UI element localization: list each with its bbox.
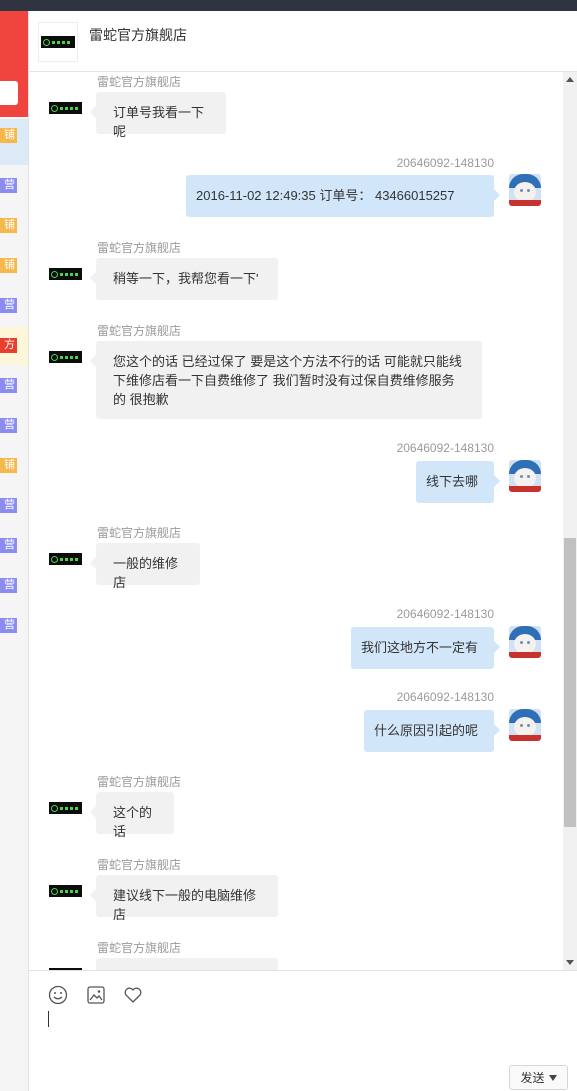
- sender-name: 雷蛇官方旗舰店: [97, 324, 182, 338]
- user-avatar-icon: [509, 174, 541, 206]
- conversation-tag[interactable]: 营: [0, 618, 17, 633]
- message-bubble: [96, 958, 278, 970]
- shop-avatar-icon: [49, 802, 82, 814]
- message-bubble: 您这个的话 已经过保了 要是这个方法不行的话 可能就只能线下维修店看一下自费维修…: [90, 341, 482, 419]
- sender-name: 20646092-148130: [396, 156, 494, 170]
- message-composer[interactable]: 发送: [29, 970, 577, 1091]
- send-button[interactable]: 发送: [509, 1065, 568, 1090]
- conversation-tag[interactable]: 铺: [0, 258, 17, 273]
- shop-avatar-icon: [49, 268, 82, 280]
- sender-name: 20646092-148130: [396, 441, 494, 455]
- shop-title: 雷蛇官方旗舰店: [89, 27, 187, 43]
- message-bubble: 这个的话: [90, 792, 174, 839]
- window-top-bar: [0, 0, 577, 11]
- message-bubble: 订单号我看一下呢: [90, 92, 226, 139]
- message-bubble: 线下去哪: [416, 461, 500, 503]
- message-bubble: 2016-11-02 12:49:35 订单号： 43466015257: [186, 175, 500, 217]
- conversation-tag[interactable]: 铺: [0, 128, 17, 143]
- user-avatar-icon: [509, 709, 541, 741]
- scroll-up-icon[interactable]: [566, 77, 574, 82]
- user-avatar-icon: [509, 626, 541, 658]
- conversation-tag[interactable]: 营: [0, 298, 17, 313]
- shop-avatar-icon: [49, 885, 82, 897]
- message-bubble: 稍等一下，我帮您看一下': [90, 258, 278, 300]
- message-bubble: 建议线下一般的电脑维修店: [90, 875, 278, 922]
- chat-header: 雷蛇官方旗舰店: [29, 11, 577, 72]
- sender-name: 雷蛇官方旗舰店: [97, 241, 182, 255]
- message-bubble: 我们这地方不一定有: [351, 627, 500, 669]
- send-button-label: 发送: [520, 1071, 545, 1085]
- conversation-tag[interactable]: 方: [0, 338, 17, 353]
- heart-icon[interactable]: [123, 985, 143, 1005]
- conversation-tag[interactable]: 铺: [0, 458, 17, 473]
- sender-name: 雷蛇官方旗舰店: [97, 75, 182, 89]
- message-list: 雷蛇官方旗舰店 订单号我看一下呢 20646092-148130 2016-11…: [29, 72, 577, 970]
- conversation-tag[interactable]: 营: [0, 538, 17, 553]
- sender-name: 雷蛇官方旗舰店: [97, 941, 182, 955]
- sender-name: 20646092-148130: [396, 607, 494, 621]
- scroll-down-icon[interactable]: [566, 960, 574, 965]
- conversation-tag[interactable]: 营: [0, 178, 17, 193]
- scrollbar-thumb[interactable]: [564, 538, 576, 827]
- sender-name: 雷蛇官方旗舰店: [97, 526, 182, 540]
- sender-name: 雷蛇官方旗舰店: [97, 858, 182, 872]
- conversation-tag[interactable]: 铺: [0, 218, 17, 233]
- message-bubble: 一般的维修店: [90, 543, 200, 590]
- image-icon[interactable]: [86, 985, 106, 1005]
- chevron-down-icon[interactable]: [548, 1074, 557, 1081]
- sender-name: 20646092-148130: [396, 690, 494, 704]
- message-scrollbar[interactable]: [563, 72, 577, 970]
- conversation-tag[interactable]: 营: [0, 498, 17, 513]
- conversation-tag[interactable]: 营: [0, 378, 17, 393]
- shop-logo[interactable]: [38, 22, 78, 62]
- message-bubble: 什么原因引起的呢: [364, 710, 500, 752]
- conversation-search-input[interactable]: [0, 81, 18, 105]
- conversation-list-edge: 铺 营 铺 铺 营 方 营 营 铺 营 营 营 营: [0, 11, 29, 1091]
- razer-logo-icon: [41, 36, 75, 48]
- sender-name: 雷蛇官方旗舰店: [97, 775, 182, 789]
- shop-avatar-icon: [49, 102, 82, 114]
- conversation-tag[interactable]: 营: [0, 578, 17, 593]
- conversation-tag[interactable]: 营: [0, 418, 17, 433]
- text-caret[interactable]: [48, 1011, 49, 1027]
- shop-avatar-icon: [49, 553, 82, 565]
- user-avatar-icon: [509, 460, 541, 492]
- emoji-icon[interactable]: [48, 985, 68, 1005]
- shop-avatar-icon: [49, 351, 82, 363]
